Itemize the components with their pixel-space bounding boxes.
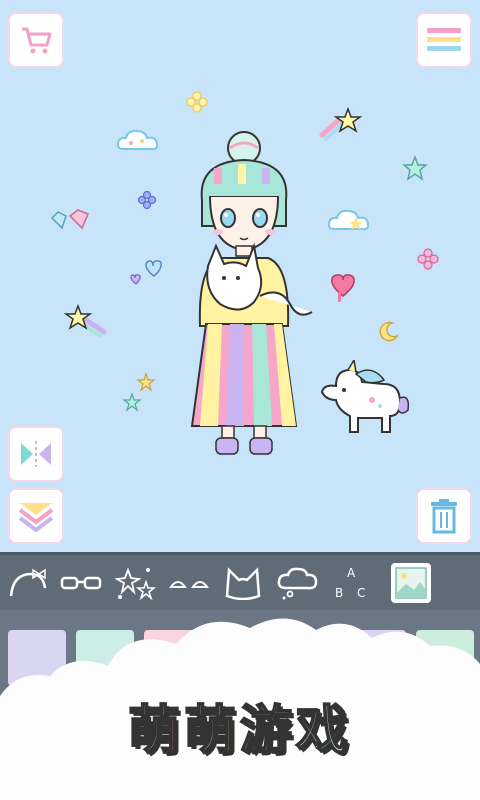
drip-heart-sticker[interactable] — [328, 272, 358, 306]
hearts-sticker[interactable] — [127, 256, 167, 286]
moon-sticker[interactable] — [378, 320, 400, 342]
flip-button[interactable] — [10, 428, 62, 480]
banner-char: 萌 — [183, 700, 240, 762]
character-doll[interactable] — [180, 126, 320, 466]
eyebrows-icon — [169, 581, 209, 588]
svg-text:C: C — [357, 586, 365, 600]
banner-char: 戏 — [295, 700, 353, 762]
star-sticker[interactable] — [402, 155, 428, 181]
shop-button[interactable] — [10, 14, 62, 66]
unicorn-sticker[interactable] — [314, 360, 410, 440]
mirror-flip-icon — [21, 441, 51, 467]
speech-cloud-icon — [277, 567, 318, 600]
stars-sticker[interactable] — [120, 372, 160, 414]
shopping-cart-icon — [22, 27, 52, 54]
gems-sticker[interactable] — [48, 208, 94, 238]
shooting-star-sticker[interactable] — [318, 105, 362, 141]
cloud-sticker[interactable] — [115, 125, 161, 155]
svg-text:A: A — [347, 566, 356, 580]
small-flower-sticker[interactable] — [136, 189, 158, 211]
pink-flower-sticker[interactable] — [416, 247, 440, 271]
layer-down-icon — [18, 503, 54, 532]
flower-sticker[interactable] — [185, 90, 209, 114]
banner-char: 萌 — [127, 700, 184, 762]
delete-button[interactable] — [418, 490, 470, 542]
shooting-star-sticker[interactable] — [64, 302, 108, 338]
layer-down-button[interactable] — [10, 490, 62, 542]
headband-icon — [9, 568, 47, 597]
promo-banner: 萌萌游戏 — [0, 688, 480, 763]
banner-char: 游 — [239, 700, 297, 762]
background-image-icon — [391, 563, 431, 603]
sparkles-icon — [114, 567, 156, 601]
cat-ears-icon — [225, 567, 261, 600]
svg-text:B: B — [335, 586, 343, 600]
cloud-star-sticker[interactable] — [326, 205, 372, 235]
menu-button[interactable] — [418, 14, 470, 66]
hamburger-menu-icon — [427, 28, 461, 51]
glasses-icon — [60, 576, 102, 590]
letters-icon: A B C — [335, 566, 365, 600]
dress-up-stage[interactable] — [0, 0, 480, 552]
trash-can-icon — [431, 499, 457, 534]
